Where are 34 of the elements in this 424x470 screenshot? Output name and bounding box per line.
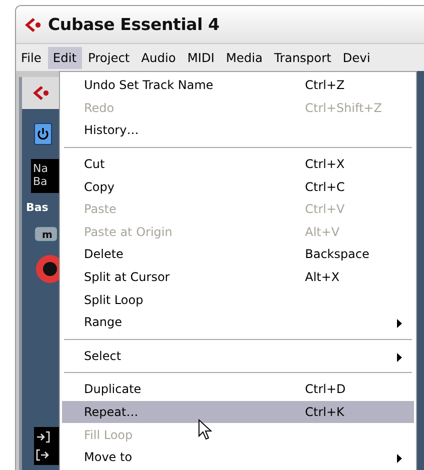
power-button[interactable] [34,123,52,145]
menu-item[interactable]: Split Loop [62,288,414,311]
menu-bar-item[interactable]: MIDI [182,46,220,68]
menu-item[interactable]: Undo Set Track Name Ctrl+Z [62,74,414,97]
power-icon [37,127,49,141]
output-icon[interactable] [36,449,50,461]
menu-bar-item[interactable]: Media [220,46,268,68]
menu-item[interactable]: Select [62,344,414,368]
mute-button[interactable]: m [35,227,57,241]
menu-bar-item[interactable]: Devi [338,46,376,68]
input-icon[interactable] [36,431,50,443]
menu-item[interactable]: Delete Backspace [62,243,414,266]
menu-bar-item[interactable]: File [16,46,46,68]
menu-item[interactable]: Range [62,310,414,334]
menu-item[interactable]: Duplicate Ctrl+D [62,378,414,401]
menu-bar-item[interactable]: Transport [269,46,336,68]
menu-item[interactable]: Repeat… Ctrl+K [62,400,414,424]
menu-bar-item[interactable]: Project [83,46,135,68]
menu-item[interactable]: Split at Cursor Alt+X [62,266,414,288]
name-field[interactable]: Na Ba [31,159,59,193]
submenu-arrow-icon [397,352,402,362]
menu-item[interactable]: Cut Ctrl+X [62,152,414,176]
menu-bar-item[interactable]: Edit [48,46,82,68]
menu-item[interactable]: Move to [62,446,414,468]
mouse-cursor-icon [198,419,212,441]
cubase-logo-icon [32,85,50,101]
menu-item[interactable]: Copy Ctrl+C [62,175,414,198]
submenu-arrow-icon [397,318,402,328]
menu-item[interactable]: History… [62,119,414,142]
track-label: Bas [26,201,50,214]
submenu-arrow-icon [397,454,402,463]
app-logo-icon [24,16,42,32]
menu-bar-item[interactable]: Audio [136,46,181,68]
window-title: Cubase Essential 4 [48,15,220,34]
